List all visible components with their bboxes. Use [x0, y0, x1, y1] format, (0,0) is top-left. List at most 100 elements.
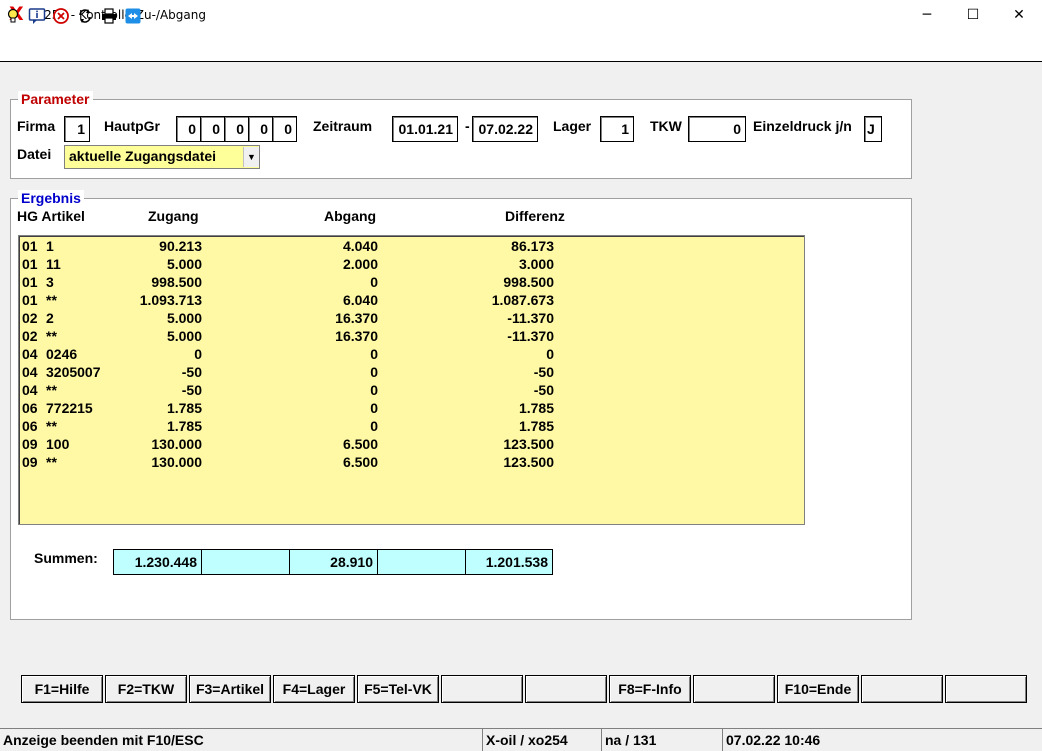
cell-zugang: 5.000	[166, 256, 202, 272]
cell-abgang: 0	[370, 418, 378, 434]
zeitraum-from-field[interactable]: 01.01.21	[392, 116, 458, 142]
cell-hg: 04	[22, 382, 38, 398]
refresh-icon[interactable]	[76, 7, 94, 25]
cell-artikel: **	[46, 382, 57, 398]
hauptgr-field-2[interactable]: 0	[200, 116, 225, 142]
printer-icon[interactable]	[100, 7, 118, 25]
fkey-button-4[interactable]: F4=Lager	[273, 675, 355, 703]
cell-zugang: 998.500	[151, 274, 202, 290]
table-row[interactable]: 01 3 998.500 0 998.500	[19, 273, 799, 291]
cell-zugang: 1.785	[166, 400, 202, 416]
info-icon[interactable]	[28, 7, 46, 25]
cell-hg: 06	[22, 400, 38, 416]
fkey-button-6[interactable]	[441, 675, 523, 703]
fkey-button-3[interactable]: F3=Artikel	[189, 675, 271, 703]
fkey-button-7[interactable]	[525, 675, 607, 703]
hauptgr-field-1[interactable]: 0	[176, 116, 201, 142]
status-message: Anzeige beenden mit F10/ESC	[0, 728, 482, 751]
summen-label: Summen:	[34, 550, 98, 566]
cell-hg: 01	[22, 256, 38, 272]
fkey-button-5[interactable]: F5=Tel-VK	[357, 675, 439, 703]
cell-differenz: 86.173	[511, 238, 554, 254]
cell-differenz: 1.785	[518, 418, 554, 434]
cell-zugang: 5.000	[166, 328, 202, 344]
table-row[interactable]: 06 772215 1.785 0 1.785	[19, 399, 799, 417]
fkey-button-10[interactable]: F10=Ende	[777, 675, 859, 703]
cell-differenz: 1.087.673	[491, 292, 554, 308]
minimize-button[interactable]: ─	[904, 0, 950, 31]
table-row[interactable]: 04 0246 0 0 0	[19, 345, 799, 363]
cell-zugang: 1.785	[166, 418, 202, 434]
hauptgr-field-5[interactable]: 0	[272, 116, 297, 142]
fkey-button-8[interactable]: F8=F-Info	[609, 675, 691, 703]
sum-empty-1	[201, 549, 290, 575]
status-program: X-oil / xo254	[482, 728, 601, 751]
tkw-field[interactable]: 0	[688, 116, 746, 142]
table-row[interactable]: 02 ** 5.000 16.370 -11.370	[19, 327, 799, 345]
zeitraum-to-field[interactable]: 07.02.22	[472, 116, 538, 142]
cell-differenz: -50	[533, 364, 554, 380]
close-button[interactable]: ✕	[996, 0, 1042, 31]
firma-field[interactable]: 1	[64, 116, 90, 142]
sum-zugang: 1.230.448	[113, 549, 202, 575]
cell-abgang: 6.040	[342, 292, 378, 308]
cell-differenz: -11.370	[507, 310, 554, 326]
cell-zugang: -50	[181, 364, 202, 380]
cell-artikel: 100	[46, 436, 70, 452]
cell-zugang: 1.093.713	[139, 292, 202, 308]
maximize-button[interactable]: ☐	[950, 0, 996, 31]
hauptgr-field-3[interactable]: 0	[224, 116, 249, 142]
remote-icon[interactable]	[124, 7, 142, 25]
fkey-button-12[interactable]	[945, 675, 1027, 703]
table-row[interactable]: 01 1 90.213 4.040 86.173	[19, 237, 799, 255]
einzeldruck-field[interactable]: J	[864, 116, 882, 142]
cell-zugang: 0	[194, 346, 202, 362]
cell-abgang: 0	[370, 382, 378, 398]
table-row[interactable]: 09 ** 130.000 6.500 123.500	[19, 453, 799, 471]
cell-hg: 09	[22, 454, 38, 470]
cell-abgang: 4.040	[342, 238, 378, 254]
datei-select[interactable]: aktuelle Zugangsdatei ▼	[64, 145, 260, 169]
cell-hg: 09	[22, 436, 38, 452]
result-list[interactable]: 01 1 90.213 4.040 86.173 01 11 5.000 2.000 3.000 0…	[18, 235, 805, 525]
cell-artikel: 2	[46, 310, 54, 326]
fkey-button-11[interactable]	[861, 675, 943, 703]
table-row[interactable]: 04 3205007 -50 0 -50	[19, 363, 799, 381]
lightbulb-icon[interactable]	[4, 7, 22, 25]
cell-differenz: -11.370	[507, 328, 554, 344]
cell-abgang: 0	[370, 274, 378, 290]
fkey-button-1[interactable]: F1=Hilfe	[21, 675, 103, 703]
cancel-icon[interactable]	[52, 7, 70, 25]
cell-artikel: 3205007	[46, 364, 101, 380]
table-row[interactable]: 04 ** -50 0 -50	[19, 381, 799, 399]
table-row[interactable]: 01 11 5.000 2.000 3.000	[19, 255, 799, 273]
firma-label: Firma	[17, 118, 56, 134]
cell-abgang: 6.500	[342, 436, 378, 452]
col-header-hg-artikel: HG Artikel	[17, 208, 85, 224]
zeitraum-separator: -	[465, 118, 470, 134]
hauptgr-field-4[interactable]: 0	[248, 116, 273, 142]
cell-artikel: **	[46, 418, 57, 434]
hauptgr-label: HautpGr	[104, 118, 160, 134]
col-header-differenz: Differenz	[505, 208, 565, 224]
cell-differenz: 123.500	[503, 436, 554, 452]
cell-zugang: -50	[181, 382, 202, 398]
cell-abgang: 16.370	[335, 310, 378, 326]
cell-abgang: 0	[370, 346, 378, 362]
cell-differenz: 998.500	[503, 274, 554, 290]
chevron-down-icon[interactable]: ▼	[243, 147, 259, 167]
table-row[interactable]: 09 100 130.000 6.500 123.500	[19, 435, 799, 453]
cell-zugang: 90.213	[159, 238, 202, 254]
einzeldruck-label: Einzeldruck j/n	[753, 118, 852, 134]
table-row[interactable]: 06 ** 1.785 0 1.785	[19, 417, 799, 435]
lager-label: Lager	[553, 118, 592, 134]
cell-hg: 04	[22, 364, 38, 380]
cell-differenz: 3.000	[518, 256, 554, 272]
table-row[interactable]: 01 ** 1.093.713 6.040 1.087.673	[19, 291, 799, 309]
status-datetime: 07.02.22 10:46	[722, 728, 1042, 751]
table-row[interactable]: 02 2 5.000 16.370 -11.370	[19, 309, 799, 327]
fkey-button-2[interactable]: F2=TKW	[105, 675, 187, 703]
lager-field[interactable]: 1	[600, 116, 634, 142]
datei-select-value: aktuelle Zugangsdatei	[69, 148, 217, 164]
fkey-button-9[interactable]	[693, 675, 775, 703]
